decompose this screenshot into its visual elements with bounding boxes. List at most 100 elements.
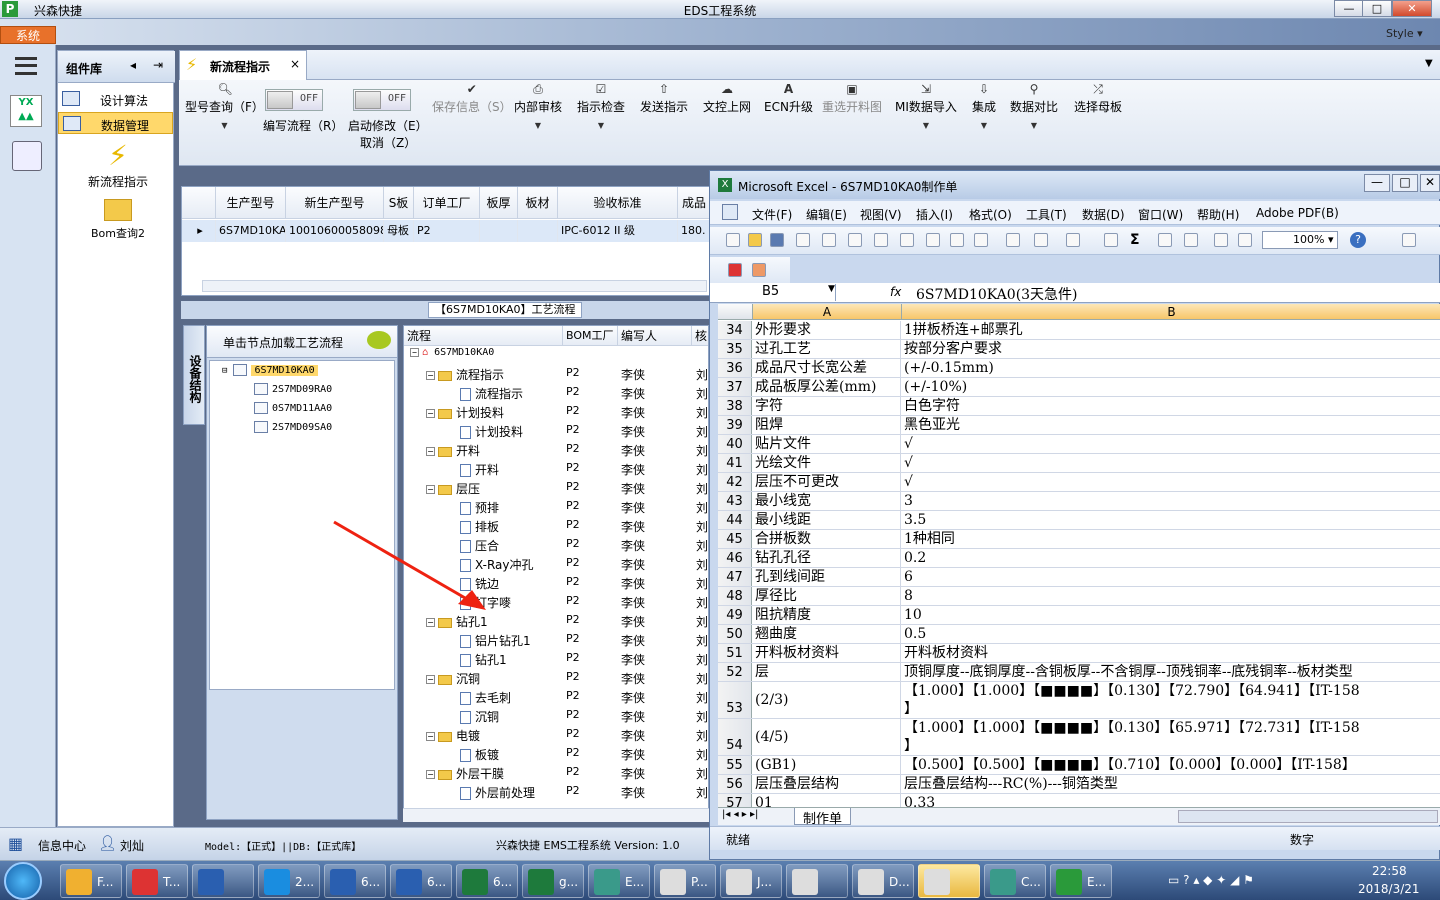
row-header[interactable]: 34 xyxy=(718,321,752,339)
cell-b[interactable]: 0.2 xyxy=(902,549,1440,567)
row-header[interactable]: 35 xyxy=(718,340,752,358)
taskbar-item[interactable]: 2... xyxy=(258,864,320,898)
sort-ascending-icon[interactable] xyxy=(1158,233,1172,247)
mi-data-import-button[interactable]: ⇲ MI数据导入 ▼ xyxy=(895,82,957,130)
tree-node[interactable]: ⊟ 6S7MD10KA0 xyxy=(210,361,394,380)
cell-b[interactable]: 按部分客户要求 xyxy=(902,340,1440,358)
flow-row[interactable]: − 外层干膜 P2 李侠 刘 xyxy=(404,765,708,784)
row-header[interactable]: 44 xyxy=(718,511,752,529)
flow-row[interactable]: 板镀 P2 李侠 刘 xyxy=(404,746,708,765)
excel-close-button[interactable]: ✕ xyxy=(1420,174,1440,192)
row-header[interactable]: 54 xyxy=(718,719,752,755)
cell-b[interactable]: 1种相同 xyxy=(902,530,1440,548)
column-header[interactable]: 成品 xyxy=(678,187,711,219)
print-icon[interactable] xyxy=(822,233,836,247)
cell-b[interactable]: √ xyxy=(902,435,1440,453)
send-instruction-button[interactable]: ⇧ 发送指示 xyxy=(640,82,688,115)
sidebar-item-design-algorithm[interactable]: 设计算法 xyxy=(58,88,173,110)
cell-a[interactable]: 合拼板数 xyxy=(753,530,901,548)
flow-row[interactable]: 开料 P2 李侠 刘 xyxy=(404,461,708,480)
cell-a[interactable]: 01 xyxy=(753,794,901,807)
name-box[interactable]: B5 ▼ xyxy=(716,284,836,301)
info-center-label[interactable]: 信息中心 xyxy=(38,837,86,854)
flow-row[interactable]: − 电镀 P2 李侠 刘 xyxy=(404,727,708,746)
enable-edit-toggle[interactable]: OFF xyxy=(353,89,411,111)
undo-icon[interactable] xyxy=(1034,233,1048,247)
flow-row[interactable]: X-Ray冲孔 P2 李侠 刘 xyxy=(404,556,708,575)
redo-icon[interactable] xyxy=(1066,233,1080,247)
system-button[interactable]: 系统 xyxy=(0,26,56,44)
grid-cell[interactable]: 180. xyxy=(678,220,711,242)
print-preview-icon[interactable] xyxy=(848,233,862,247)
row-header[interactable]: 46 xyxy=(718,549,752,567)
row-header[interactable]: 49 xyxy=(718,606,752,624)
cell-a[interactable]: 贴片文件 xyxy=(753,435,901,453)
cell-b[interactable]: 【0.500】【0.500】【■■■■】【0.710】【0.000】【0.000… xyxy=(902,756,1440,774)
flow-row[interactable]: 打字嘜 P2 李侠 刘 xyxy=(404,594,708,613)
cancel-edit-label[interactable]: 取消（Z） xyxy=(360,134,416,151)
column-header[interactable]: S板 xyxy=(384,187,414,219)
cell-a[interactable]: 层压叠层结构 xyxy=(753,775,901,793)
flow-row[interactable]: − 层压 P2 李侠 刘 xyxy=(404,480,708,499)
cell-b[interactable]: 0.33 xyxy=(902,794,1440,807)
row-header[interactable]: 38 xyxy=(718,397,752,415)
flow-horizontal-scrollbar[interactable] xyxy=(403,808,709,822)
cell-b[interactable]: 白色字符 xyxy=(902,397,1440,415)
menu-data[interactable]: 数据(D) xyxy=(1082,206,1125,223)
sheet-nav-icon[interactable]: |◂ ◂ ▸ ▸| xyxy=(722,809,758,820)
flow-row[interactable]: 排板 P2 李侠 刘 xyxy=(404,518,708,537)
maximize-button[interactable]: □ xyxy=(1362,0,1392,17)
row-header[interactable]: 39 xyxy=(718,416,752,434)
cell-b[interactable]: 10 xyxy=(902,606,1440,624)
column-header-a[interactable]: A xyxy=(753,304,902,320)
row-header[interactable]: 51 xyxy=(718,644,752,662)
cell-a[interactable]: 光绘文件 xyxy=(753,454,901,472)
column-header[interactable]: 流程 xyxy=(404,326,563,346)
sidebar-item-data-management[interactable]: 数据管理 xyxy=(58,112,173,134)
flow-row[interactable]: − 开料 P2 李侠 刘 xyxy=(404,442,708,461)
flow-row[interactable]: 钻孔1 P2 李侠 刘 xyxy=(404,651,708,670)
menu-tools[interactable]: 工具(T) xyxy=(1026,206,1067,223)
open-icon[interactable] xyxy=(748,233,762,247)
row-header[interactable]: 56 xyxy=(718,775,752,793)
spelling-icon[interactable] xyxy=(874,233,888,247)
flow-row[interactable]: 流程指示 P2 李侠 刘 xyxy=(404,385,708,404)
formula-input[interactable]: 6S7MD10KA0(3天急件) xyxy=(916,284,1078,304)
cell-a[interactable]: 最小线宽 xyxy=(753,492,901,510)
taskbar-item[interactable]: 6... xyxy=(324,864,386,898)
pdf-email-icon[interactable] xyxy=(752,263,766,277)
drawing-icon[interactable] xyxy=(1238,233,1252,247)
taskbar-item[interactable]: E... xyxy=(1050,864,1112,898)
row-header[interactable]: 47 xyxy=(718,568,752,586)
chevron-down-icon[interactable]: ▼ xyxy=(1425,58,1433,69)
tree-node[interactable]: 2S7MD09SA0 xyxy=(210,418,394,437)
cell-a[interactable]: 过孔工艺 xyxy=(753,340,901,358)
grid-cell[interactable] xyxy=(518,220,558,242)
flow-row[interactable]: 计划投料 P2 李侠 刘 xyxy=(404,423,708,442)
cell-a[interactable]: 最小线距 xyxy=(753,511,901,529)
cell-a[interactable]: 阻焊 xyxy=(753,416,901,434)
cell-a[interactable]: 层压不可更改 xyxy=(753,473,901,491)
row-header[interactable]: 55 xyxy=(718,756,752,774)
taskbar-item[interactable]: F... xyxy=(60,864,122,898)
cell-a[interactable]: 开料板材资料 xyxy=(753,644,901,662)
save-info-button[interactable]: ✔ 保存信息（S） xyxy=(432,82,512,115)
clock-date[interactable]: 2018/3/21 xyxy=(1358,882,1420,896)
data-compare-button[interactable]: ⚲ 数据对比 ▼ xyxy=(1010,82,1058,130)
row-header[interactable]: 52 xyxy=(718,663,752,681)
calculator-icon[interactable] xyxy=(12,141,42,171)
menu-window[interactable]: 窗口(W) xyxy=(1138,206,1183,223)
autosum-icon[interactable]: Σ xyxy=(1130,232,1140,248)
integrate-button[interactable]: ⇩ 集成 ▼ xyxy=(972,82,996,130)
cell-b[interactable]: 0.5 xyxy=(902,625,1440,643)
menu-edit[interactable]: 编辑(E) xyxy=(806,206,847,223)
cell-a[interactable]: 厚径比 xyxy=(753,587,901,605)
column-header[interactable]: 编写人 xyxy=(618,326,692,346)
cell-b[interactable]: 层压叠层结构---RC(%)---铜箔类型 xyxy=(902,775,1440,793)
taskbar-item[interactable]: g... xyxy=(522,864,584,898)
menu-insert[interactable]: 插入(I) xyxy=(916,206,953,223)
flow-row[interactable]: 铣边 P2 李侠 刘 xyxy=(404,575,708,594)
row-header[interactable]: 57 xyxy=(718,794,752,807)
cut-icon[interactable] xyxy=(926,233,940,247)
row-header[interactable]: 48 xyxy=(718,587,752,605)
